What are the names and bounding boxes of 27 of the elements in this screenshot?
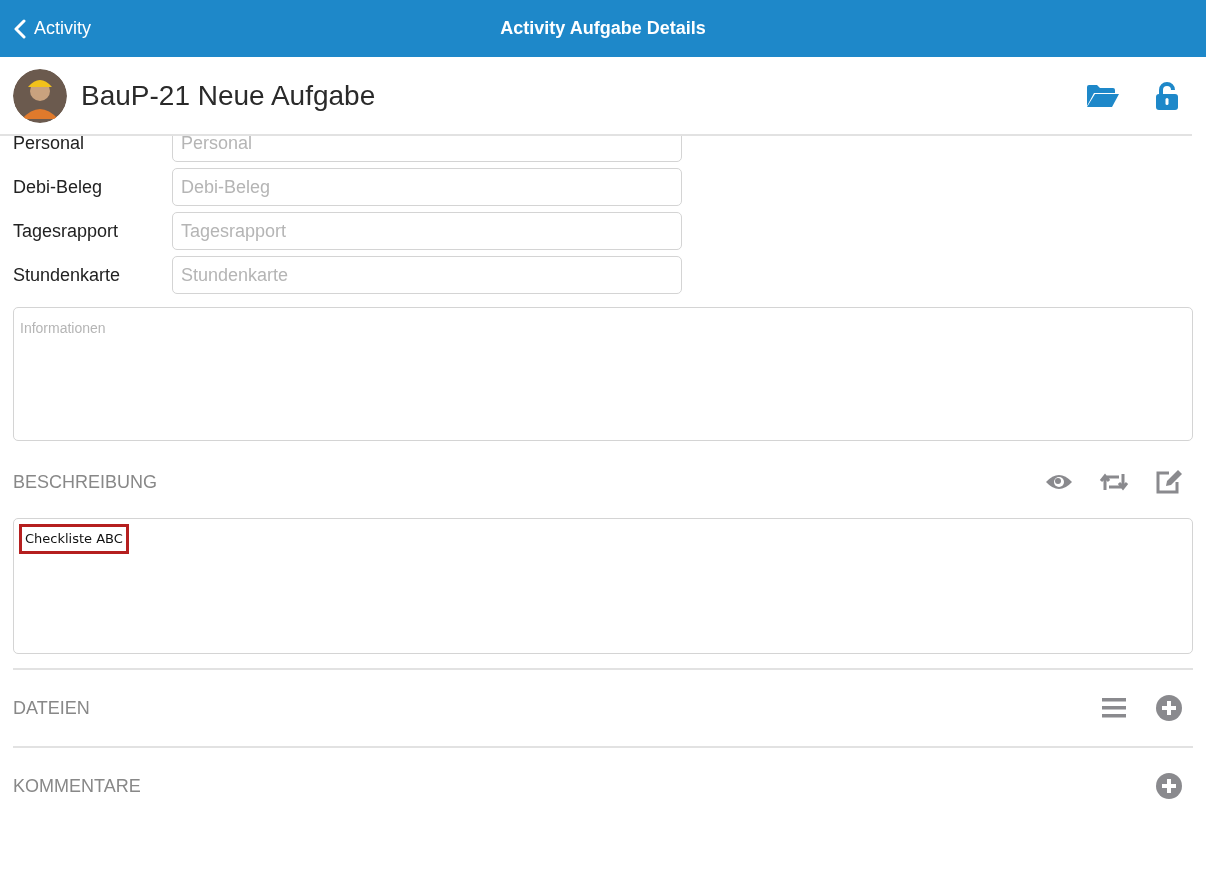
unlocked-lock-icon[interactable] (1155, 81, 1179, 110)
plus-circle-icon[interactable] (1156, 773, 1182, 799)
screen-title: Activity Aufgabe Details (500, 17, 706, 40)
plus-circle-icon[interactable] (1156, 695, 1182, 721)
description-text: Checkliste ABC (19, 524, 129, 554)
list-icon[interactable] (1102, 698, 1126, 718)
section-heading: KOMMENTARE (13, 774, 141, 798)
field-label: Personal (13, 136, 86, 155)
input-field[interactable]: Tagesrapport (172, 212, 682, 250)
field-label: Tagesrapport (13, 219, 120, 243)
chevron-left-icon (14, 18, 26, 39)
section-heading: DATEIEN (13, 696, 90, 720)
back-button[interactable]: Activity (0, 0, 91, 57)
input-field[interactable]: Stundenkarte (172, 256, 682, 294)
input-field[interactable]: Personal (172, 136, 682, 162)
task-title: BauP-21 Neue Aufgabe (81, 78, 377, 113)
field-label: Debi-Beleg (13, 175, 104, 199)
field-label: Stundenkarte (13, 263, 122, 287)
description-box[interactable]: Checkliste ABC (13, 518, 1193, 654)
section-heading: BESCHREIBUNG (13, 470, 158, 494)
text-area[interactable]: Informationen (13, 307, 1193, 441)
repeat-arrows-icon[interactable] (1099, 472, 1129, 492)
edit-icon[interactable] (1155, 469, 1183, 495)
avatar (13, 68, 67, 123)
folder-icon[interactable] (1087, 83, 1119, 108)
eye-icon[interactable] (1045, 473, 1073, 491)
input-field[interactable]: Debi-Beleg (172, 168, 682, 206)
